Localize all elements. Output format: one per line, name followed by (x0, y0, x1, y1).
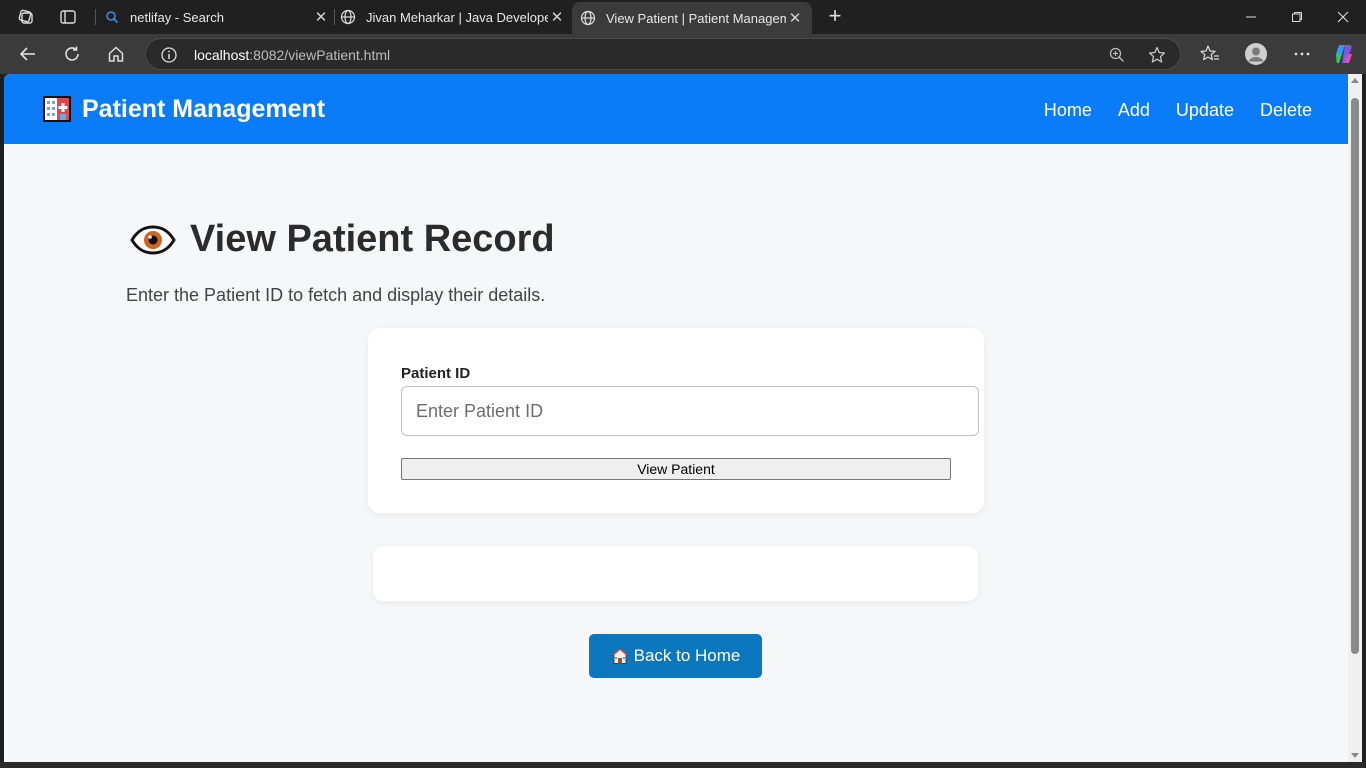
copilot-icon[interactable] (1332, 42, 1356, 66)
browser-toolbar: localhost:8082/viewPatient.html (0, 34, 1366, 74)
eye-icon (130, 222, 176, 258)
page-viewport: Patient Management Home Add Update Delet… (4, 74, 1348, 762)
brand-name: Patient Management (82, 94, 326, 123)
tab-title: View Patient | Patient Management (606, 10, 786, 26)
url-path: :8082/viewPatient.html (249, 47, 391, 63)
new-tab-button[interactable]: + (824, 5, 846, 28)
globe-icon (340, 9, 356, 25)
profile-avatar-icon[interactable] (1244, 42, 1268, 66)
patient-lookup-form: Patient ID View Patient (368, 328, 984, 513)
home-icon[interactable] (104, 42, 128, 66)
search-icon (104, 9, 120, 25)
more-menu-icon[interactable] (1290, 42, 1314, 66)
restore-button[interactable] (1274, 0, 1320, 34)
tab-title: Jivan Meharkar | Java Developer (366, 9, 548, 25)
minimize-button[interactable] (1228, 0, 1274, 34)
page-scrollbar[interactable] (1348, 74, 1362, 762)
nav-link-add[interactable]: Add (1118, 100, 1150, 121)
favorites-icon[interactable] (1198, 42, 1222, 66)
back-to-home-button[interactable]: Back to Home (589, 634, 762, 678)
top-navbar: Patient Management Home Add Update Delet… (4, 74, 1348, 144)
close-tab-icon[interactable]: ✕ (548, 8, 566, 26)
hospital-icon (42, 94, 72, 124)
nav-links: Home Add Update Delete (1044, 100, 1312, 121)
page-heading: View Patient Record (130, 218, 555, 261)
view-patient-button[interactable]: View Patient (401, 458, 951, 480)
address-bar[interactable]: localhost:8082/viewPatient.html (145, 38, 1181, 70)
window-bottom-edge (0, 762, 1366, 768)
zoom-icon[interactable] (1108, 46, 1126, 64)
tab-view-patient[interactable]: View Patient | Patient Management ✕ (572, 2, 812, 34)
tab-portfolio[interactable]: Jivan Meharkar | Java Developer ✕ (340, 2, 566, 32)
patient-result-panel (373, 546, 978, 601)
back-arrow-icon[interactable] (16, 42, 40, 66)
nav-link-home[interactable]: Home (1044, 100, 1092, 121)
close-window-button[interactable] (1320, 0, 1366, 34)
close-tab-icon[interactable]: ✕ (312, 8, 330, 26)
page-title: View Patient Record (190, 218, 555, 260)
scroll-down-arrow-icon[interactable] (1351, 753, 1359, 758)
back-to-home-label: Back to Home (633, 646, 741, 665)
nav-link-update[interactable]: Update (1176, 100, 1234, 121)
favorite-star-icon[interactable] (1148, 46, 1166, 64)
patient-id-input[interactable] (401, 386, 979, 436)
tab-search[interactable]: netlifay - Search ✕ (104, 2, 330, 32)
house-icon (610, 647, 629, 665)
workspaces-icon[interactable] (16, 7, 36, 27)
tab-separator (95, 9, 96, 25)
url-text: localhost:8082/viewPatient.html (194, 47, 390, 63)
nav-link-delete[interactable]: Delete (1260, 100, 1312, 121)
url-host: localhost (194, 47, 250, 63)
scroll-up-arrow-icon[interactable] (1351, 78, 1359, 83)
patient-id-label: Patient ID (401, 365, 471, 382)
tab-separator (334, 9, 335, 25)
site-info-icon[interactable] (160, 46, 178, 64)
tab-actions-icon[interactable] (58, 7, 78, 27)
browser-tab-bar: netlifay - Search ✕ Jivan Meharkar | Jav… (0, 0, 1366, 34)
scrollbar-thumb[interactable] (1351, 98, 1359, 654)
brand[interactable]: Patient Management (42, 94, 325, 124)
tab-title: netlifay - Search (130, 9, 224, 25)
close-tab-icon[interactable]: ✕ (786, 9, 804, 27)
page-subtitle: Enter the Patient ID to fetch and displa… (126, 285, 546, 305)
refresh-icon[interactable] (60, 42, 84, 66)
globe-icon (580, 10, 596, 26)
